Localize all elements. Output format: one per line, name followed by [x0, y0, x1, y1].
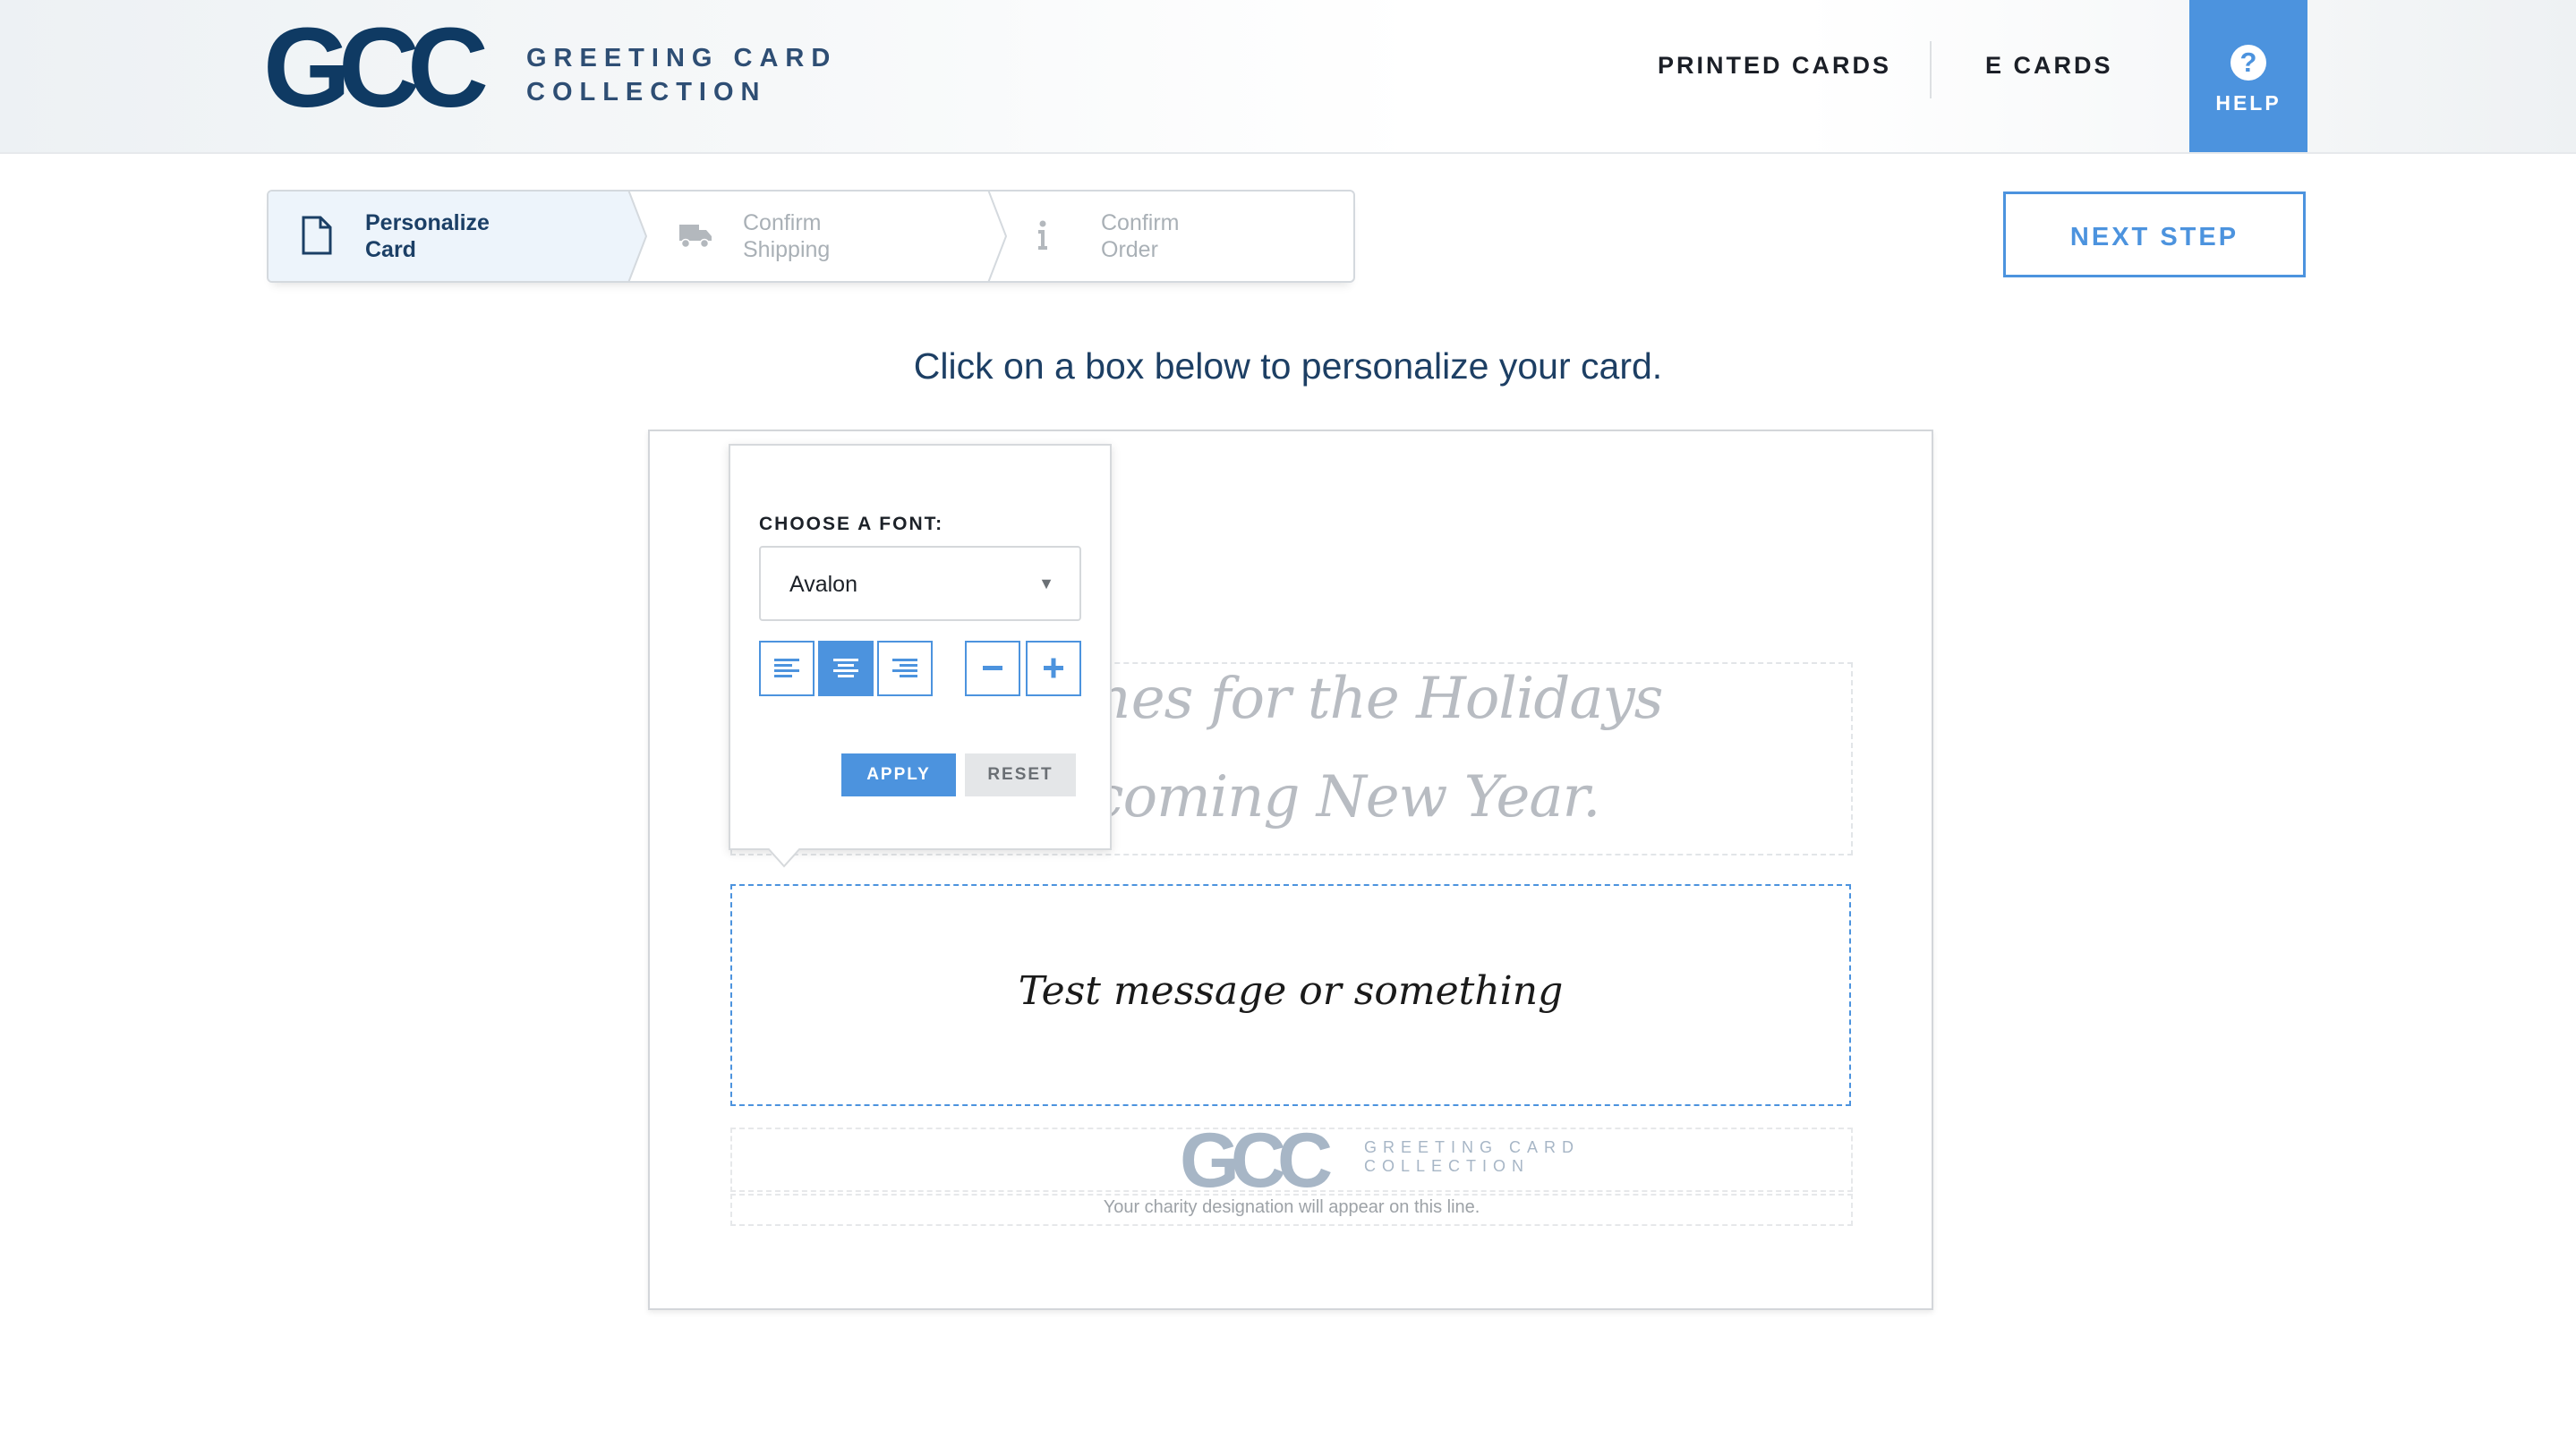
question-icon: ? [2231, 45, 2266, 81]
minus-icon [983, 666, 1002, 670]
logo-line-1: GREETING CARD [526, 44, 838, 72]
step-label: Confirm Shipping [743, 210, 831, 262]
card-logo-box: GCC GREETING CARD COLLECTION [730, 1128, 1853, 1192]
step-personalize-card[interactable]: Personalize Card [269, 192, 628, 281]
personalize-instruction: Click on a box below to personalize your… [913, 345, 1663, 387]
plus-icon [1044, 658, 1063, 678]
popover-arrow [767, 848, 801, 868]
step-confirm-order[interactable]: Confirm Order [990, 192, 1353, 281]
logo-wordmark: GREETING CARD COLLECTION [526, 41, 837, 109]
step-label: Confirm Order [1101, 210, 1180, 262]
align-right-button[interactable] [877, 641, 933, 696]
font-select-value: Avalon [789, 572, 857, 597]
step-label: Personalize Card [365, 210, 490, 262]
card-logo-wordmark: GREETING CARD COLLECTION [1364, 1138, 1581, 1175]
site-header: GCC GREETING CARD COLLECTION PRINTED CAR… [0, 0, 2576, 154]
nav-e-cards[interactable]: E CARDS [1985, 52, 2113, 80]
step-confirm-shipping[interactable]: Confirm Shipping [628, 192, 990, 281]
align-center-button[interactable] [818, 641, 874, 696]
decrease-size-button[interactable] [965, 641, 1020, 696]
progress-steps: Personalize Card Confirm Shipping Confir… [267, 190, 1355, 283]
align-left-button[interactable] [759, 641, 815, 696]
gcc-logo-mark: GCC [267, 23, 499, 115]
gcc-logo[interactable]: GCC GREETING CARD COLLECTION [267, 23, 840, 122]
card-gcc-logo-mark: GCC [1181, 1129, 1340, 1192]
svg-text:GCC: GCC [267, 23, 486, 115]
caret-down-icon: ▼ [1038, 575, 1054, 592]
truck-icon [679, 225, 712, 249]
align-center-icon [833, 659, 858, 677]
align-left-icon [774, 659, 799, 677]
document-icon [302, 216, 332, 255]
info-icon [1038, 220, 1047, 250]
next-step-button[interactable]: NEXT STEP [2003, 192, 2306, 277]
increase-size-button[interactable] [1026, 641, 1081, 696]
font-select[interactable]: Avalon ▼ [759, 546, 1081, 621]
charity-line-box: Your charity designation will appear on … [730, 1194, 1853, 1226]
help-button[interactable]: ? HELP [2189, 0, 2307, 152]
nav-divider [1930, 41, 1932, 98]
logo-line-2: COLLECTION [526, 78, 767, 106]
charity-text: Your charity designation will appear on … [1103, 1197, 1480, 1217]
nav-printed-cards[interactable]: PRINTED CARDS [1658, 52, 1891, 80]
apply-button[interactable]: APPLY [841, 753, 956, 796]
reset-button[interactable]: RESET [965, 753, 1076, 796]
help-label: HELP [2215, 91, 2282, 115]
choose-font-label: CHOOSE A FONT: [759, 514, 944, 534]
message-text: Test message or something [1018, 968, 1564, 1014]
svg-text:GCC: GCC [1181, 1129, 1331, 1192]
align-right-icon [892, 659, 917, 677]
font-options-popover: CHOOSE A FONT: Avalon ▼ APPLY RESET [729, 444, 1112, 868]
message-text-box[interactable]: Test message or something [730, 884, 1851, 1106]
